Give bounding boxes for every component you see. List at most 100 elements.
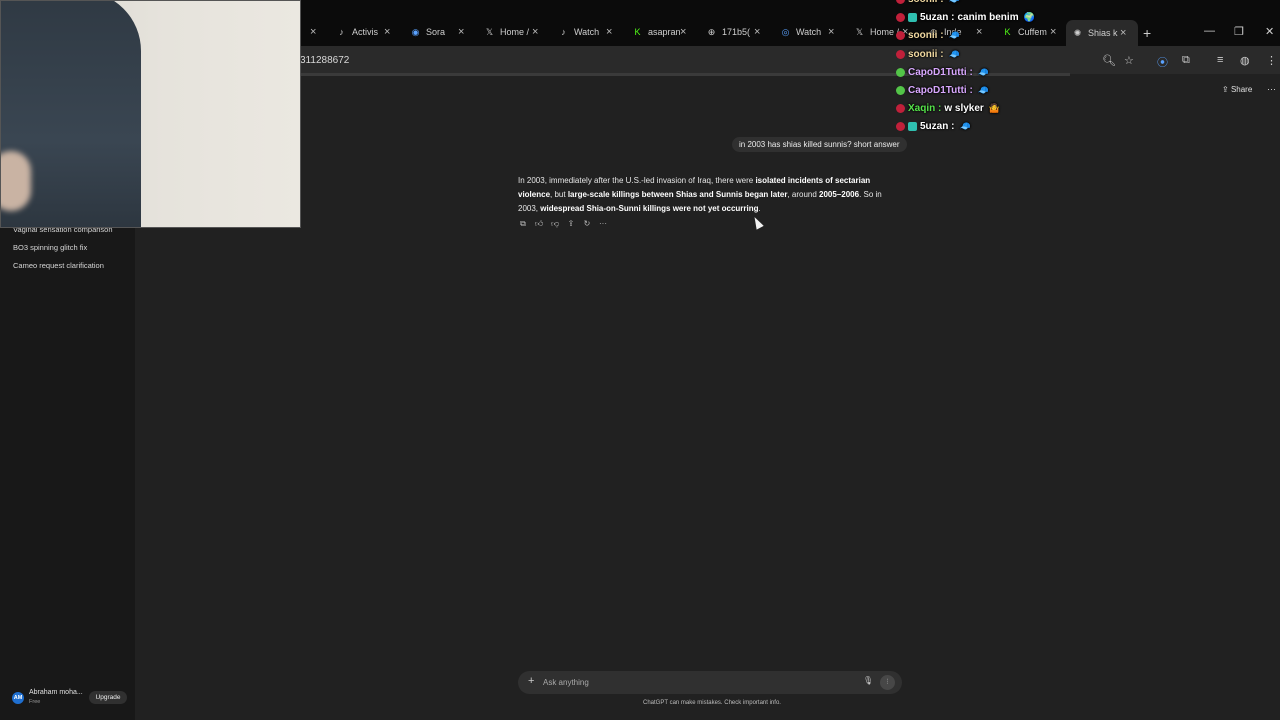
profile-icon[interactable]: ◍ [1240,54,1250,67]
chat-text: canim benim [957,12,1019,24]
chat-emote-icon: 🧢 [948,30,960,41]
tab[interactable]: Kasapran × [626,22,698,42]
tab-label: asapran [648,27,681,37]
chat-badge-icon [896,0,905,4]
avatar[interactable]: AM [12,692,24,704]
subscriber-badge-icon [908,122,917,132]
chat-badge-icon [896,31,905,41]
chat-badge-icon [896,104,905,114]
chat-emote-icon: 🌍 [1023,12,1035,23]
tab[interactable]: ♪ Watch × [552,22,624,42]
tab-label: Cuffem [1018,27,1047,37]
user-name[interactable]: Abraham moha... [29,689,83,696]
tab[interactable]: K Cuffem × [996,22,1068,42]
chat-username: 5uzan : [920,12,955,24]
chat-username: CapoD1Tutti : [908,85,973,96]
share-button[interactable]: ⇪ Share [1222,85,1252,94]
kick-icon: K [634,26,641,37]
extension-audio-icon[interactable]: ⦿ [1157,54,1168,70]
search-icon[interactable]: 🔍︎ [1102,54,1116,67]
chat-emote-icon: 🧢 [959,121,971,132]
tab-close-icon[interactable]: × [1050,26,1056,38]
more-options-icon[interactable]: ··· [1267,84,1276,94]
answer-emphasis: widespread Shia-on-Sunni killings were n… [540,204,759,213]
user-plan: Free [29,699,41,705]
copy-icon[interactable]: ⧉ [518,219,528,229]
chat-username: Xaqin : [908,103,942,115]
tab-label: Shias k [1088,28,1118,38]
share-response-icon[interactable]: ⇪ [566,219,576,229]
tab[interactable]: ◎ Watch × [774,22,846,42]
chat-username: soonii : [908,0,944,5]
chat-username: CapoD1Tutti : [908,66,973,78]
x-icon: 𝕏 [485,26,494,37]
sidebar-item-chat[interactable]: BO3 spinning glitch fix [13,243,87,252]
composer: + 🎙︎ ⫶ [518,671,902,694]
tab-close-icon[interactable]: × [680,26,686,38]
chat-emote-icon: 🧢 [977,85,990,95]
browser-menu-icon[interactable]: ⋮ [1266,54,1277,67]
tab-label: 171b5( [722,27,751,37]
close-window-icon[interactable]: ✕ [1265,25,1274,38]
chat-message: 5uzan : canim benim 🌍 [896,12,1035,23]
tab[interactable]: ⊕ 171b5(× [700,22,772,42]
tab-close-icon[interactable]: × [310,26,316,38]
minimize-icon[interactable]: — [1204,25,1215,37]
tiktok-icon: ♪ [561,26,566,37]
answer-text: , but [550,190,568,199]
tab-close-icon[interactable]: × [828,26,834,38]
chat-badge-icon [896,86,905,95]
chat-message: Xaqin :w slyker 🤷 [896,103,1000,114]
media-control-icon[interactable]: ≡ [1217,54,1223,66]
thumbs-down-icon[interactable]: 👎︎ [550,219,560,229]
regenerate-icon[interactable]: ↻ [582,219,592,229]
more-icon[interactable]: ··· [598,219,608,229]
answer-emphasis: 2005–2006 [819,190,860,199]
thumbs-up-icon[interactable]: 👍︎ [534,219,544,229]
tab-label: Activis [352,27,379,37]
chat-message: soonii : 🧢 [896,49,960,60]
tab-label: Home / [500,27,530,37]
chat-message: CapoD1Tutti : 🧢 [896,85,989,96]
tab[interactable]: 𝕏 Home / × [478,22,550,42]
tab-close-icon[interactable]: × [458,26,464,38]
tab-close-icon[interactable]: × [976,26,982,38]
tab-close-icon[interactable]: × [532,26,538,38]
add-attachment-icon[interactable]: + [528,675,534,687]
chat-username: 5uzan : [920,121,955,133]
extensions-puzzle-icon[interactable]: ⧉ [1182,54,1190,67]
tab-close-icon[interactable]: × [1120,27,1126,39]
chat-badge-icon [896,122,905,132]
microphone-icon[interactable]: 🎙︎ [863,676,873,685]
chatgpt-icon: ✺ [1073,27,1082,38]
prompt-input[interactable] [543,676,843,689]
answer-text: . [758,204,761,213]
share-label: Share [1230,85,1253,94]
chat-badge-icon [896,49,905,59]
voice-mode-button[interactable]: ⫶ [880,675,895,690]
tab-close-icon[interactable]: × [754,26,760,38]
restore-icon[interactable]: ❐ [1234,25,1244,38]
chat-emote-icon: 🧢 [949,0,960,5]
share-icon: ⇪ [1222,85,1231,94]
address-bar[interactable]: 311288672 [300,55,349,66]
tab-label: Watch [796,27,822,37]
answer-text: , around [787,190,820,199]
tab-close-icon[interactable]: × [606,26,612,38]
sidebar-item-chat[interactable]: Cameo request clarification [13,261,104,270]
new-tab-button[interactable]: + [1143,25,1151,41]
tab[interactable]: ♪ Activis × [330,22,402,42]
chat-message: soonii : 🧢 [896,0,960,5]
bookmark-star-icon[interactable]: ☆ [1124,54,1134,67]
chat-message: 5uzan : 🧢 [896,121,971,132]
response-actions: ⧉ 👍︎ 👎︎ ⇪ ↻ ··· [518,219,608,229]
disclaimer: ChatGPT can make mistakes. Check importa… [643,700,781,706]
kick-icon: K [1004,26,1011,37]
chat-badge-icon [896,67,905,77]
tab-close-icon[interactable]: × [384,26,390,38]
tab[interactable]: ◉ Sora × [404,22,476,42]
chat-emote-icon: 🤷 [988,103,1001,114]
upgrade-button[interactable]: Upgrade [89,691,127,704]
chat-username: soonii : [908,30,944,42]
tab[interactable]: ✺ Shias k × [1066,20,1138,46]
